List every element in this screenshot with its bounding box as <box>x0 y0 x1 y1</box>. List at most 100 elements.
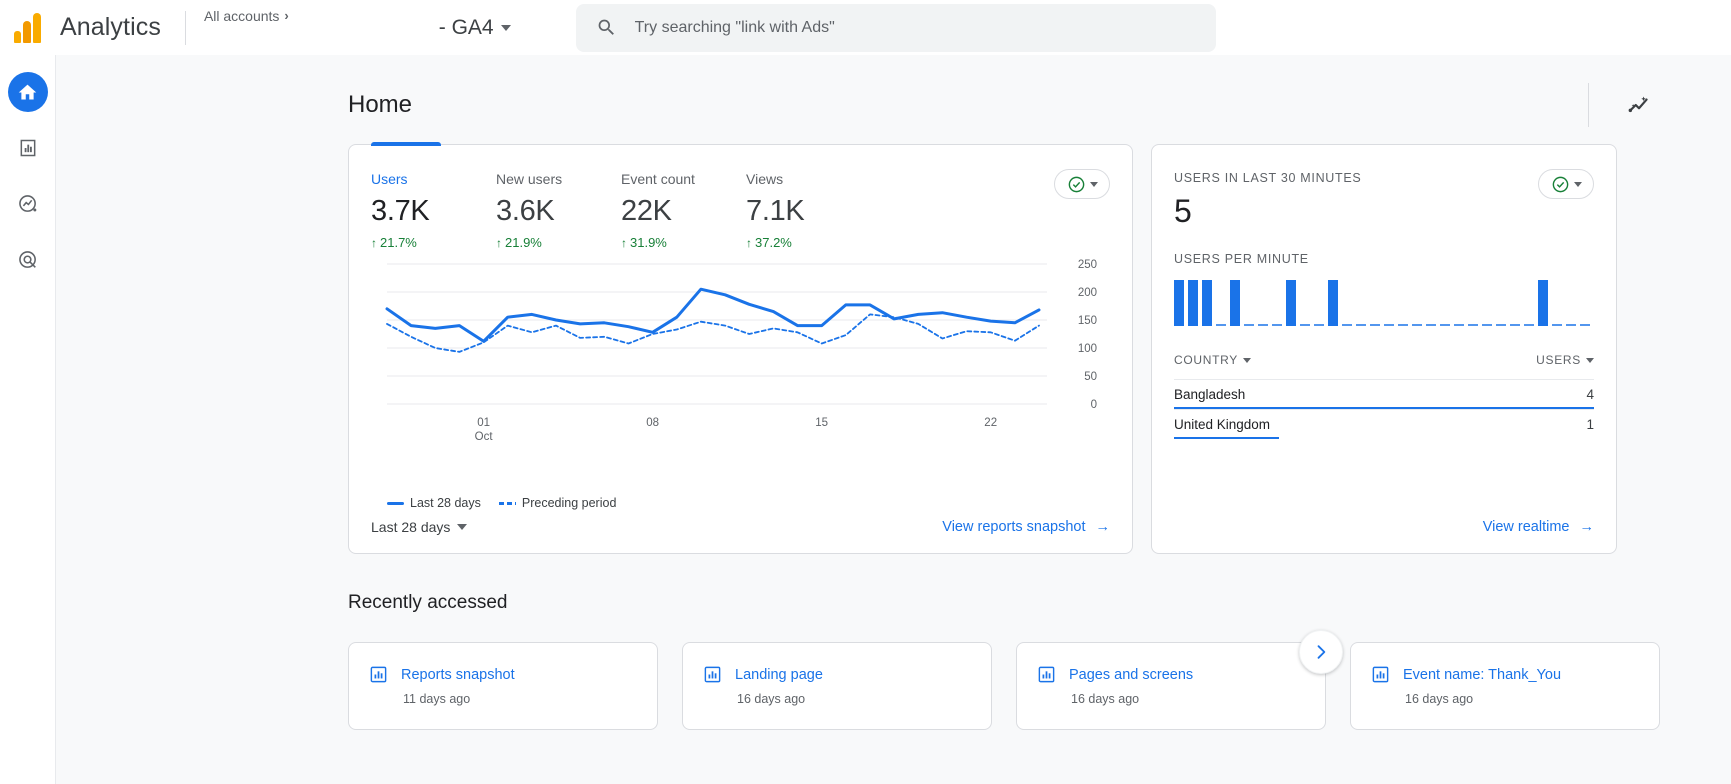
table-row[interactable]: Bangladesh 4 <box>1174 379 1594 409</box>
recent-card-name: Landing page <box>735 667 823 683</box>
line-chart-svg: 05010015020025001Oct081522 <box>349 254 1134 444</box>
search-input[interactable]: Try searching "link with Ads" <box>635 19 835 37</box>
top-bar: Analytics All accounts › - GA4 Try searc… <box>0 0 1731 55</box>
overview-card: Users 3.7K ↑ 21.7% New users 3.6K ↑ 21.9… <box>348 144 1133 554</box>
report-icon <box>1371 665 1390 684</box>
sparkline-svg <box>1174 276 1594 338</box>
metric-value: 3.6K <box>496 195 621 228</box>
date-range-selector[interactable]: Last 28 days <box>371 519 467 535</box>
link-label: View reports snapshot <box>942 519 1085 535</box>
metrics-row: Users 3.7K ↑ 21.7% New users 3.6K ↑ 21.9… <box>349 145 1132 250</box>
recent-card-landing-page[interactable]: Landing page 16 days ago <box>682 642 992 730</box>
home-icon <box>17 82 38 103</box>
view-reports-snapshot-link[interactable]: View reports snapshot → <box>942 519 1110 535</box>
row-users: 4 <box>1586 387 1594 402</box>
chevron-down-icon <box>1586 358 1594 363</box>
metric-delta: ↑ 31.9% <box>621 235 746 250</box>
check-circle-icon <box>1551 175 1570 194</box>
svg-text:15: 15 <box>815 417 828 429</box>
left-nav-rail <box>0 55 56 784</box>
metric-delta: ↑ 21.9% <box>496 235 621 250</box>
property-selector[interactable]: - GA4 <box>439 16 511 40</box>
recent-card-head: Event name: Thank_You <box>1371 665 1659 684</box>
recently-accessed-title: Recently accessed <box>56 554 1731 614</box>
recent-card-name: Pages and screens <box>1069 667 1193 683</box>
arrow-up-icon: ↑ <box>371 237 377 249</box>
svg-text:Oct: Oct <box>475 431 494 443</box>
all-accounts-label: All accounts <box>204 8 279 24</box>
search-bar[interactable]: Try searching "link with Ads" <box>576 4 1216 52</box>
table-row[interactable]: United Kingdom 1 <box>1174 409 1594 439</box>
row-country: Bangladesh <box>1174 387 1245 402</box>
recent-card-time: 16 days ago <box>1405 692 1659 706</box>
analytics-logo-icon <box>14 13 48 43</box>
users-per-minute-chart <box>1152 266 1616 343</box>
view-realtime-link[interactable]: View realtime → <box>1483 519 1594 535</box>
sidebar-item-reports[interactable] <box>8 128 48 168</box>
metric-value: 22K <box>621 195 746 228</box>
metric-value: 3.7K <box>371 195 496 228</box>
page-title: Home <box>348 91 412 119</box>
svg-text:0: 0 <box>1091 399 1097 411</box>
metric-views[interactable]: Views 7.1K ↑ 37.2% <box>746 171 871 250</box>
sidebar-item-explore[interactable] <box>8 184 48 224</box>
chevron-down-icon <box>1574 182 1582 187</box>
arrow-up-icon: ↑ <box>746 237 752 249</box>
svg-text:08: 08 <box>646 417 659 429</box>
svg-text:22: 22 <box>984 417 997 429</box>
advertising-icon <box>17 249 39 271</box>
insights-button[interactable] <box>1619 85 1659 125</box>
svg-text:200: 200 <box>1078 287 1097 299</box>
arrow-up-icon: ↑ <box>621 237 627 249</box>
metric-delta-value: 21.7% <box>380 235 417 250</box>
svg-text:250: 250 <box>1078 259 1097 271</box>
search-icon <box>596 17 617 38</box>
column-label: COUNTRY <box>1174 353 1238 367</box>
chevron-down-icon <box>1090 182 1098 187</box>
row-users: 1 <box>1586 417 1594 432</box>
header-divider <box>185 11 186 45</box>
recent-card-name: Event name: Thank_You <box>1403 667 1561 683</box>
recent-card-reports-snapshot[interactable]: Reports snapshot 11 days ago <box>348 642 658 730</box>
column-header-country[interactable]: COUNTRY <box>1174 353 1251 367</box>
realtime-status-menu[interactable] <box>1538 169 1594 199</box>
users-line-chart: 05010015020025001Oct081522 <box>349 254 1134 444</box>
realtime-card-footer: View realtime → <box>1152 499 1616 553</box>
arrow-right-icon: → <box>1580 519 1595 535</box>
recent-card-pages-and-screens[interactable]: Pages and screens 16 days ago <box>1016 642 1326 730</box>
row-bar <box>1174 437 1279 440</box>
recent-card-head: Pages and screens <box>1037 665 1325 684</box>
chevron-down-icon <box>457 524 467 530</box>
all-accounts-breadcrumb[interactable]: All accounts › <box>204 8 289 24</box>
metric-users[interactable]: Users 3.7K ↑ 21.7% <box>371 171 496 250</box>
report-icon <box>369 665 388 684</box>
column-header-users[interactable]: USERS <box>1536 353 1594 367</box>
chevron-right-icon <box>1311 642 1331 662</box>
users-per-minute-label: USERS PER MINUTE <box>1152 230 1616 266</box>
metric-event-count[interactable]: Event count 22K ↑ 31.9% <box>621 171 746 250</box>
recent-card-event-name[interactable]: Event name: Thank_You 16 days ago <box>1350 642 1660 730</box>
sidebar-item-advertising[interactable] <box>8 240 48 280</box>
arrow-right-icon: → <box>1096 519 1111 535</box>
reports-icon <box>18 138 38 158</box>
report-icon <box>703 665 722 684</box>
recent-card-name: Reports snapshot <box>401 667 515 683</box>
metric-new-users[interactable]: New users 3.6K ↑ 21.9% <box>496 171 621 250</box>
metric-label: Event count <box>621 171 746 187</box>
svg-text:50: 50 <box>1084 371 1097 383</box>
metric-delta: ↑ 21.7% <box>371 235 496 250</box>
header-actions-divider <box>1588 83 1589 127</box>
report-icon <box>1037 665 1056 684</box>
recent-card-time: 16 days ago <box>737 692 991 706</box>
sidebar-item-home[interactable] <box>8 72 48 112</box>
metric-delta: ↑ 37.2% <box>746 235 871 250</box>
metric-delta-value: 37.2% <box>755 235 792 250</box>
recent-card-time: 11 days ago <box>403 692 657 706</box>
recently-accessed-next-button[interactable] <box>1299 630 1343 674</box>
overview-status-menu[interactable] <box>1054 169 1110 199</box>
svg-text:100: 100 <box>1078 343 1097 355</box>
selected-metric-indicator <box>371 142 441 146</box>
insights-sparkle-icon <box>1626 92 1652 118</box>
chevron-right-icon: › <box>284 8 288 23</box>
link-label: View realtime <box>1483 519 1570 535</box>
